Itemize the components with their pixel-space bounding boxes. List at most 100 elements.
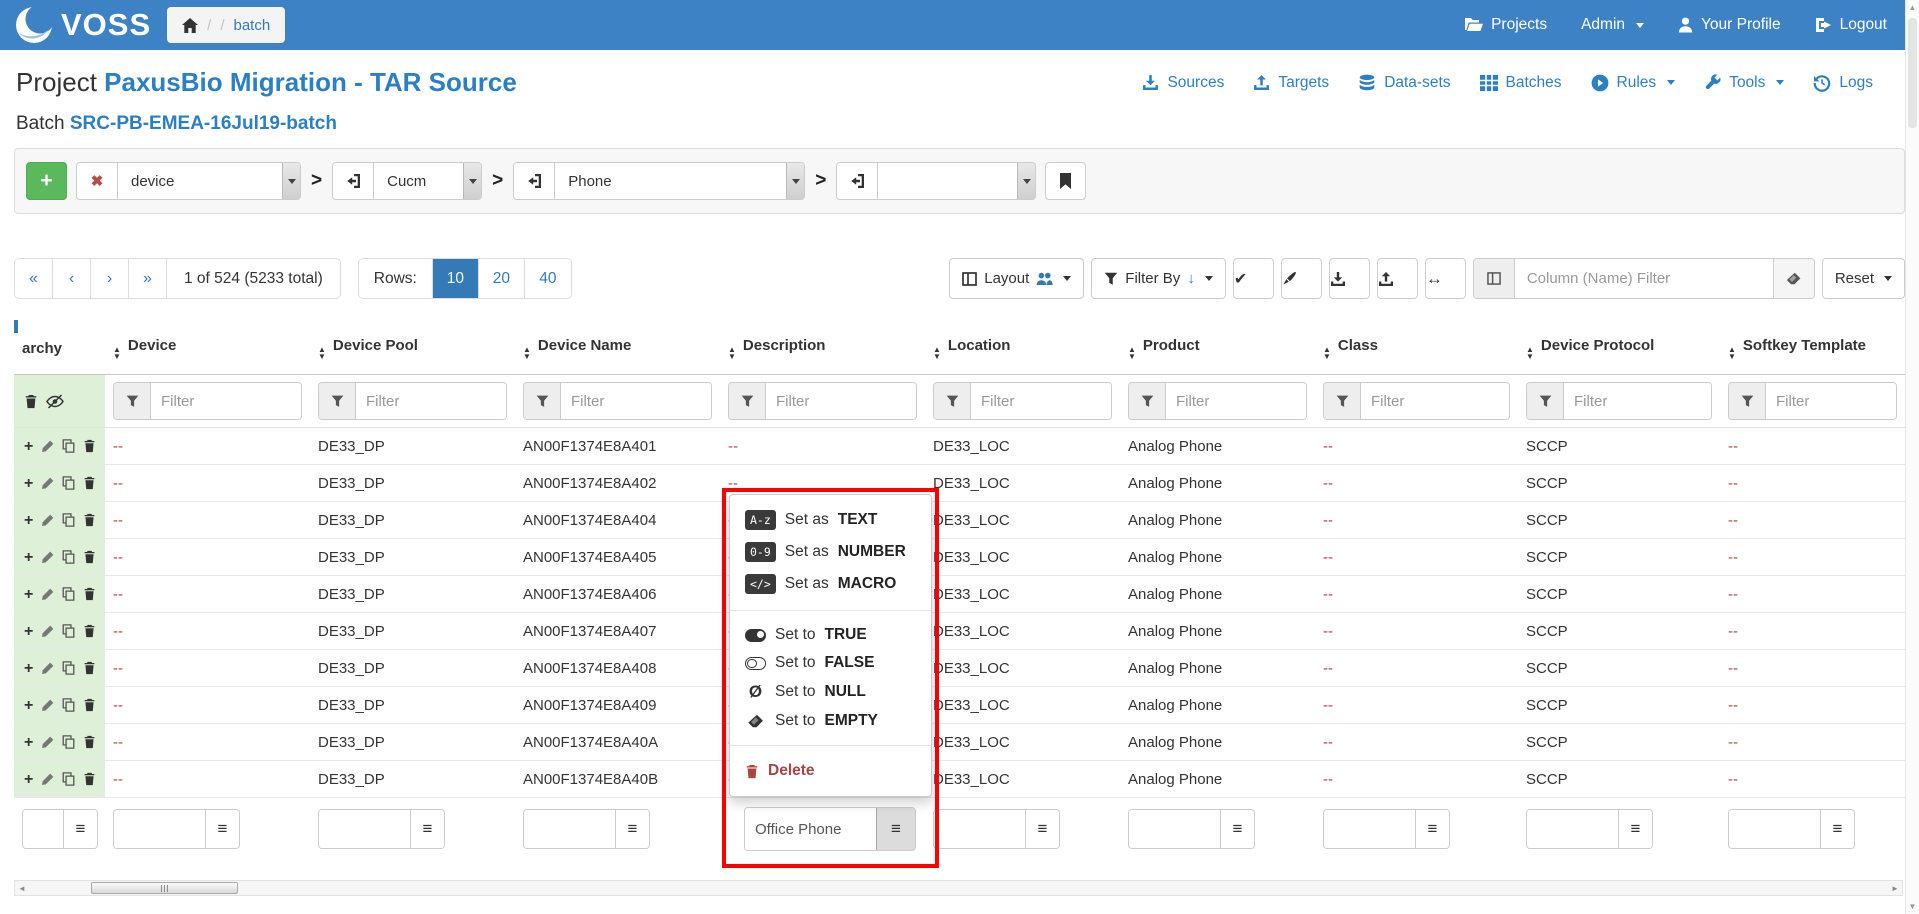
add-row-icon[interactable]: +	[24, 736, 33, 749]
add-row-icon[interactable]: +	[24, 773, 33, 786]
col-header-location[interactable]: ▲▼Location	[925, 325, 1120, 375]
trash-icon[interactable]	[83, 661, 96, 675]
scroll-right-arrow-icon[interactable]: ►	[1888, 884, 1902, 893]
menu-item-set-true[interactable]: Set to TRUE	[730, 621, 931, 649]
hamburger-menu-button[interactable]: ≡	[1220, 810, 1254, 848]
edit-pencil-icon[interactable]	[41, 736, 54, 749]
filter-input-location[interactable]	[971, 383, 1111, 419]
phone-select[interactable]: Phone	[555, 163, 804, 199]
export-button[interactable]	[1329, 258, 1370, 299]
device-select[interactable]: device	[118, 163, 300, 199]
trash-icon[interactable]	[83, 772, 96, 786]
hamburger-menu-button[interactable]: ≡	[1820, 810, 1854, 848]
bookmark-button[interactable]	[1045, 162, 1086, 200]
menu-item-set-as-macro[interactable]: </> Set as MACRO	[730, 568, 931, 600]
table-row[interactable]: + -- DE33_DP AN00F1374E8A409 -- DE33_LOC…	[14, 687, 1905, 724]
hamburger-menu-button[interactable]: ≡	[1618, 810, 1652, 848]
copy-icon[interactable]	[62, 772, 75, 786]
col-header-hierarchy[interactable]: archy	[14, 325, 105, 375]
nav-rules[interactable]: Rules	[1591, 74, 1676, 92]
sort-icon[interactable]: ▲▼	[1728, 347, 1736, 360]
bulk-input-device[interactable]	[114, 810, 205, 848]
col-header-device-protocol[interactable]: ▲▼Device Protocol	[1518, 325, 1720, 375]
horizontal-scrollbar[interactable]: ◄ ►	[14, 880, 1903, 896]
edit-pencil-icon[interactable]	[41, 773, 54, 786]
filter-by-button[interactable]: Filter By ↓	[1091, 258, 1226, 299]
table-row[interactable]: + -- DE33_DP AN00F1374E8A402 -- DE33_LOC…	[14, 465, 1905, 502]
filter-input-class[interactable]	[1361, 383, 1509, 419]
apply-button[interactable]: ✔	[1233, 258, 1274, 299]
next-page-button[interactable]: ›	[91, 259, 129, 298]
sort-icon[interactable]: ▲▼	[1323, 347, 1331, 360]
profile-link[interactable]: Your Profile	[1678, 16, 1781, 34]
edit-pencil-icon[interactable]	[41, 625, 54, 638]
breadcrumb-batch-link[interactable]: batch	[234, 17, 271, 34]
bulk-input-product[interactable]	[1129, 810, 1220, 848]
table-row[interactable]: + -- DE33_DP AN00F1374E8A408 -- DE33_LOC…	[14, 650, 1905, 687]
copy-icon[interactable]	[62, 476, 75, 490]
col-header-softkey-template[interactable]: ▲▼Softkey Template	[1720, 325, 1905, 375]
empty-select[interactable]	[878, 163, 1035, 199]
projects-link[interactable]: Projects	[1464, 16, 1547, 34]
edit-pencil-icon[interactable]	[41, 514, 54, 527]
copy-icon[interactable]	[62, 550, 75, 564]
add-row-icon[interactable]: +	[24, 625, 33, 638]
table-row[interactable]: + -- DE33_DP AN00F1374E8A407 -- DE33_LOC…	[14, 613, 1905, 650]
add-row-icon[interactable]: +	[24, 477, 33, 490]
bulk-input-device-name[interactable]	[524, 810, 615, 848]
bulk-input-device-pool[interactable]	[319, 810, 410, 848]
table-row[interactable]: + -- DE33_DP AN00F1374E8A40A -- DE33_LOC…	[14, 724, 1905, 761]
table-row[interactable]: + -- DE33_DP AN00F1374E8A406 -- DE33_LOC…	[14, 576, 1905, 613]
hamburger-menu-button-active[interactable]: ≡	[876, 808, 915, 850]
edit-pencil-icon[interactable]	[41, 440, 54, 453]
bulk-input-location[interactable]	[934, 810, 1025, 848]
table-row[interactable]: + -- DE33_DP AN00F1374E8A40B -- DE33_LOC…	[14, 761, 1905, 798]
col-header-description[interactable]: ▲▼Description	[720, 325, 925, 375]
copy-icon[interactable]	[62, 439, 75, 453]
filter-input-description[interactable]	[766, 383, 916, 419]
sort-icon[interactable]: ▲▼	[933, 347, 941, 360]
copy-icon[interactable]	[62, 661, 75, 675]
trash-icon[interactable]	[83, 587, 96, 601]
menu-item-set-null[interactable]: Ø Set to NULL	[730, 677, 931, 707]
column-name-filter-input[interactable]	[1515, 259, 1773, 298]
col-header-device-name[interactable]: ▲▼Device Name	[515, 325, 720, 375]
hamburger-menu-button[interactable]: ≡	[205, 810, 239, 848]
hamburger-menu-button[interactable]: ≡	[1025, 810, 1059, 848]
voss-logo[interactable]: VOSS	[14, 5, 151, 45]
edit-pencil-icon[interactable]	[41, 662, 54, 675]
last-page-button[interactable]: »	[129, 259, 167, 298]
edit-pencil-icon[interactable]	[41, 551, 54, 564]
col-header-product[interactable]: ▲▼Product	[1120, 325, 1315, 375]
trash-icon[interactable]	[24, 394, 38, 409]
bulk-input-class[interactable]	[1324, 810, 1415, 848]
filter-input-device[interactable]	[151, 383, 301, 419]
remove-filter-button[interactable]: ✖	[77, 163, 118, 199]
filter-input-softkey-template[interactable]	[1766, 383, 1896, 419]
input-source-button[interactable]	[837, 163, 878, 199]
scroll-up-arrow-icon[interactable]: ▲	[1906, 0, 1919, 15]
nav-sources[interactable]: Sources	[1142, 74, 1224, 92]
input-source-button[interactable]	[514, 163, 555, 199]
hamburger-menu-button[interactable]: ≡	[1415, 810, 1449, 848]
rows-10-button[interactable]: 10	[433, 259, 479, 298]
bulk-input-description[interactable]	[745, 808, 876, 850]
filter-input-device-pool[interactable]	[356, 383, 506, 419]
sort-icon[interactable]: ▲▼	[1128, 347, 1136, 360]
sort-icon[interactable]: ▲▼	[113, 347, 121, 360]
vertical-scroll-thumb[interactable]	[1908, 18, 1917, 128]
admin-menu[interactable]: Admin	[1581, 16, 1644, 34]
home-icon[interactable]	[182, 18, 198, 33]
clear-filter-button[interactable]	[1773, 259, 1814, 298]
add-row-icon[interactable]: +	[24, 514, 33, 527]
copy-icon[interactable]	[62, 587, 75, 601]
sort-icon[interactable]: ▲▼	[728, 347, 736, 360]
copy-icon[interactable]	[62, 513, 75, 527]
edit-pencil-icon[interactable]	[41, 588, 54, 601]
col-header-device-pool[interactable]: ▲▼Device Pool	[310, 325, 515, 375]
bulk-input-hierarchy[interactable]	[23, 810, 63, 848]
table-row[interactable]: + -- DE33_DP AN00F1374E8A404 -- DE33_LOC…	[14, 502, 1905, 539]
rows-40-button[interactable]: 40	[525, 259, 571, 298]
nav-logs[interactable]: Logs	[1813, 74, 1873, 92]
add-row-icon[interactable]: +	[24, 662, 33, 675]
